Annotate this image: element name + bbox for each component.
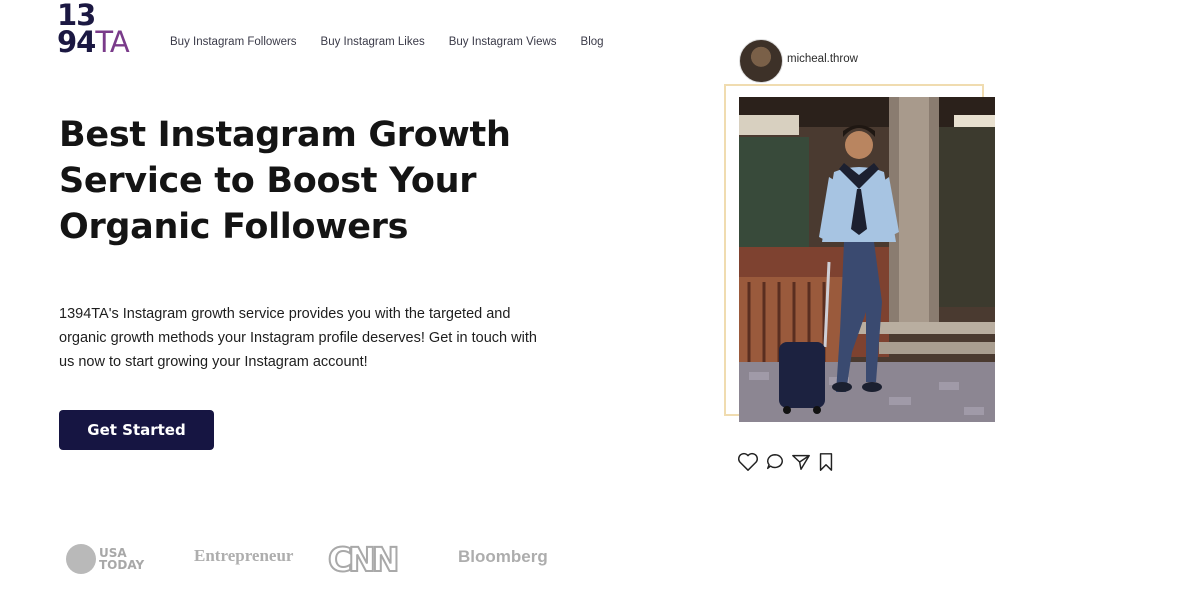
nav-link-buy-views[interactable]: Buy Instagram Views	[449, 36, 557, 48]
usa-today-dot-icon	[66, 544, 96, 574]
comment-icon[interactable]	[765, 452, 785, 472]
hero-headline: Best Instagram Growth Service to Boost Y…	[59, 115, 511, 247]
hero-description: 1394TA's Instagram growth service provid…	[59, 306, 537, 370]
nav-link-blog[interactable]: Blog	[581, 36, 604, 48]
bloomberg-logo: Bloomberg	[458, 547, 548, 566]
logo-digits: 94	[57, 24, 96, 59]
entrepreneur-logo: Entrepreneur	[194, 546, 294, 565]
logo-letters: TA	[95, 24, 129, 59]
share-icon[interactable]	[791, 452, 811, 472]
usa-today-logo: USA TODAY	[66, 544, 159, 574]
nav-link-buy-likes[interactable]: Buy Instagram Likes	[321, 36, 425, 48]
brand-logo[interactable]: 13 94TA	[57, 1, 130, 56]
get-started-button[interactable]: Get Started	[59, 410, 214, 450]
logo-line-2: 94TA	[57, 27, 130, 56]
usa-today-text: USA TODAY	[99, 546, 145, 572]
profile-avatar[interactable]	[739, 39, 783, 83]
post-photo	[739, 97, 995, 422]
nav-link-buy-followers[interactable]: Buy Instagram Followers	[170, 36, 297, 48]
post-username[interactable]: micheal.throw	[787, 53, 858, 65]
press-logos: USA TODAY Entrepreneur CNN Bloomberg	[0, 539, 600, 580]
bookmark-icon[interactable]	[817, 452, 835, 472]
cnn-logo: CNN	[327, 539, 401, 580]
main-nav: Buy Instagram Followers Buy Instagram Li…	[170, 36, 604, 48]
post-actions	[737, 452, 835, 472]
heart-icon[interactable]	[737, 452, 759, 472]
man-with-suitcase-illustration	[739, 97, 995, 422]
